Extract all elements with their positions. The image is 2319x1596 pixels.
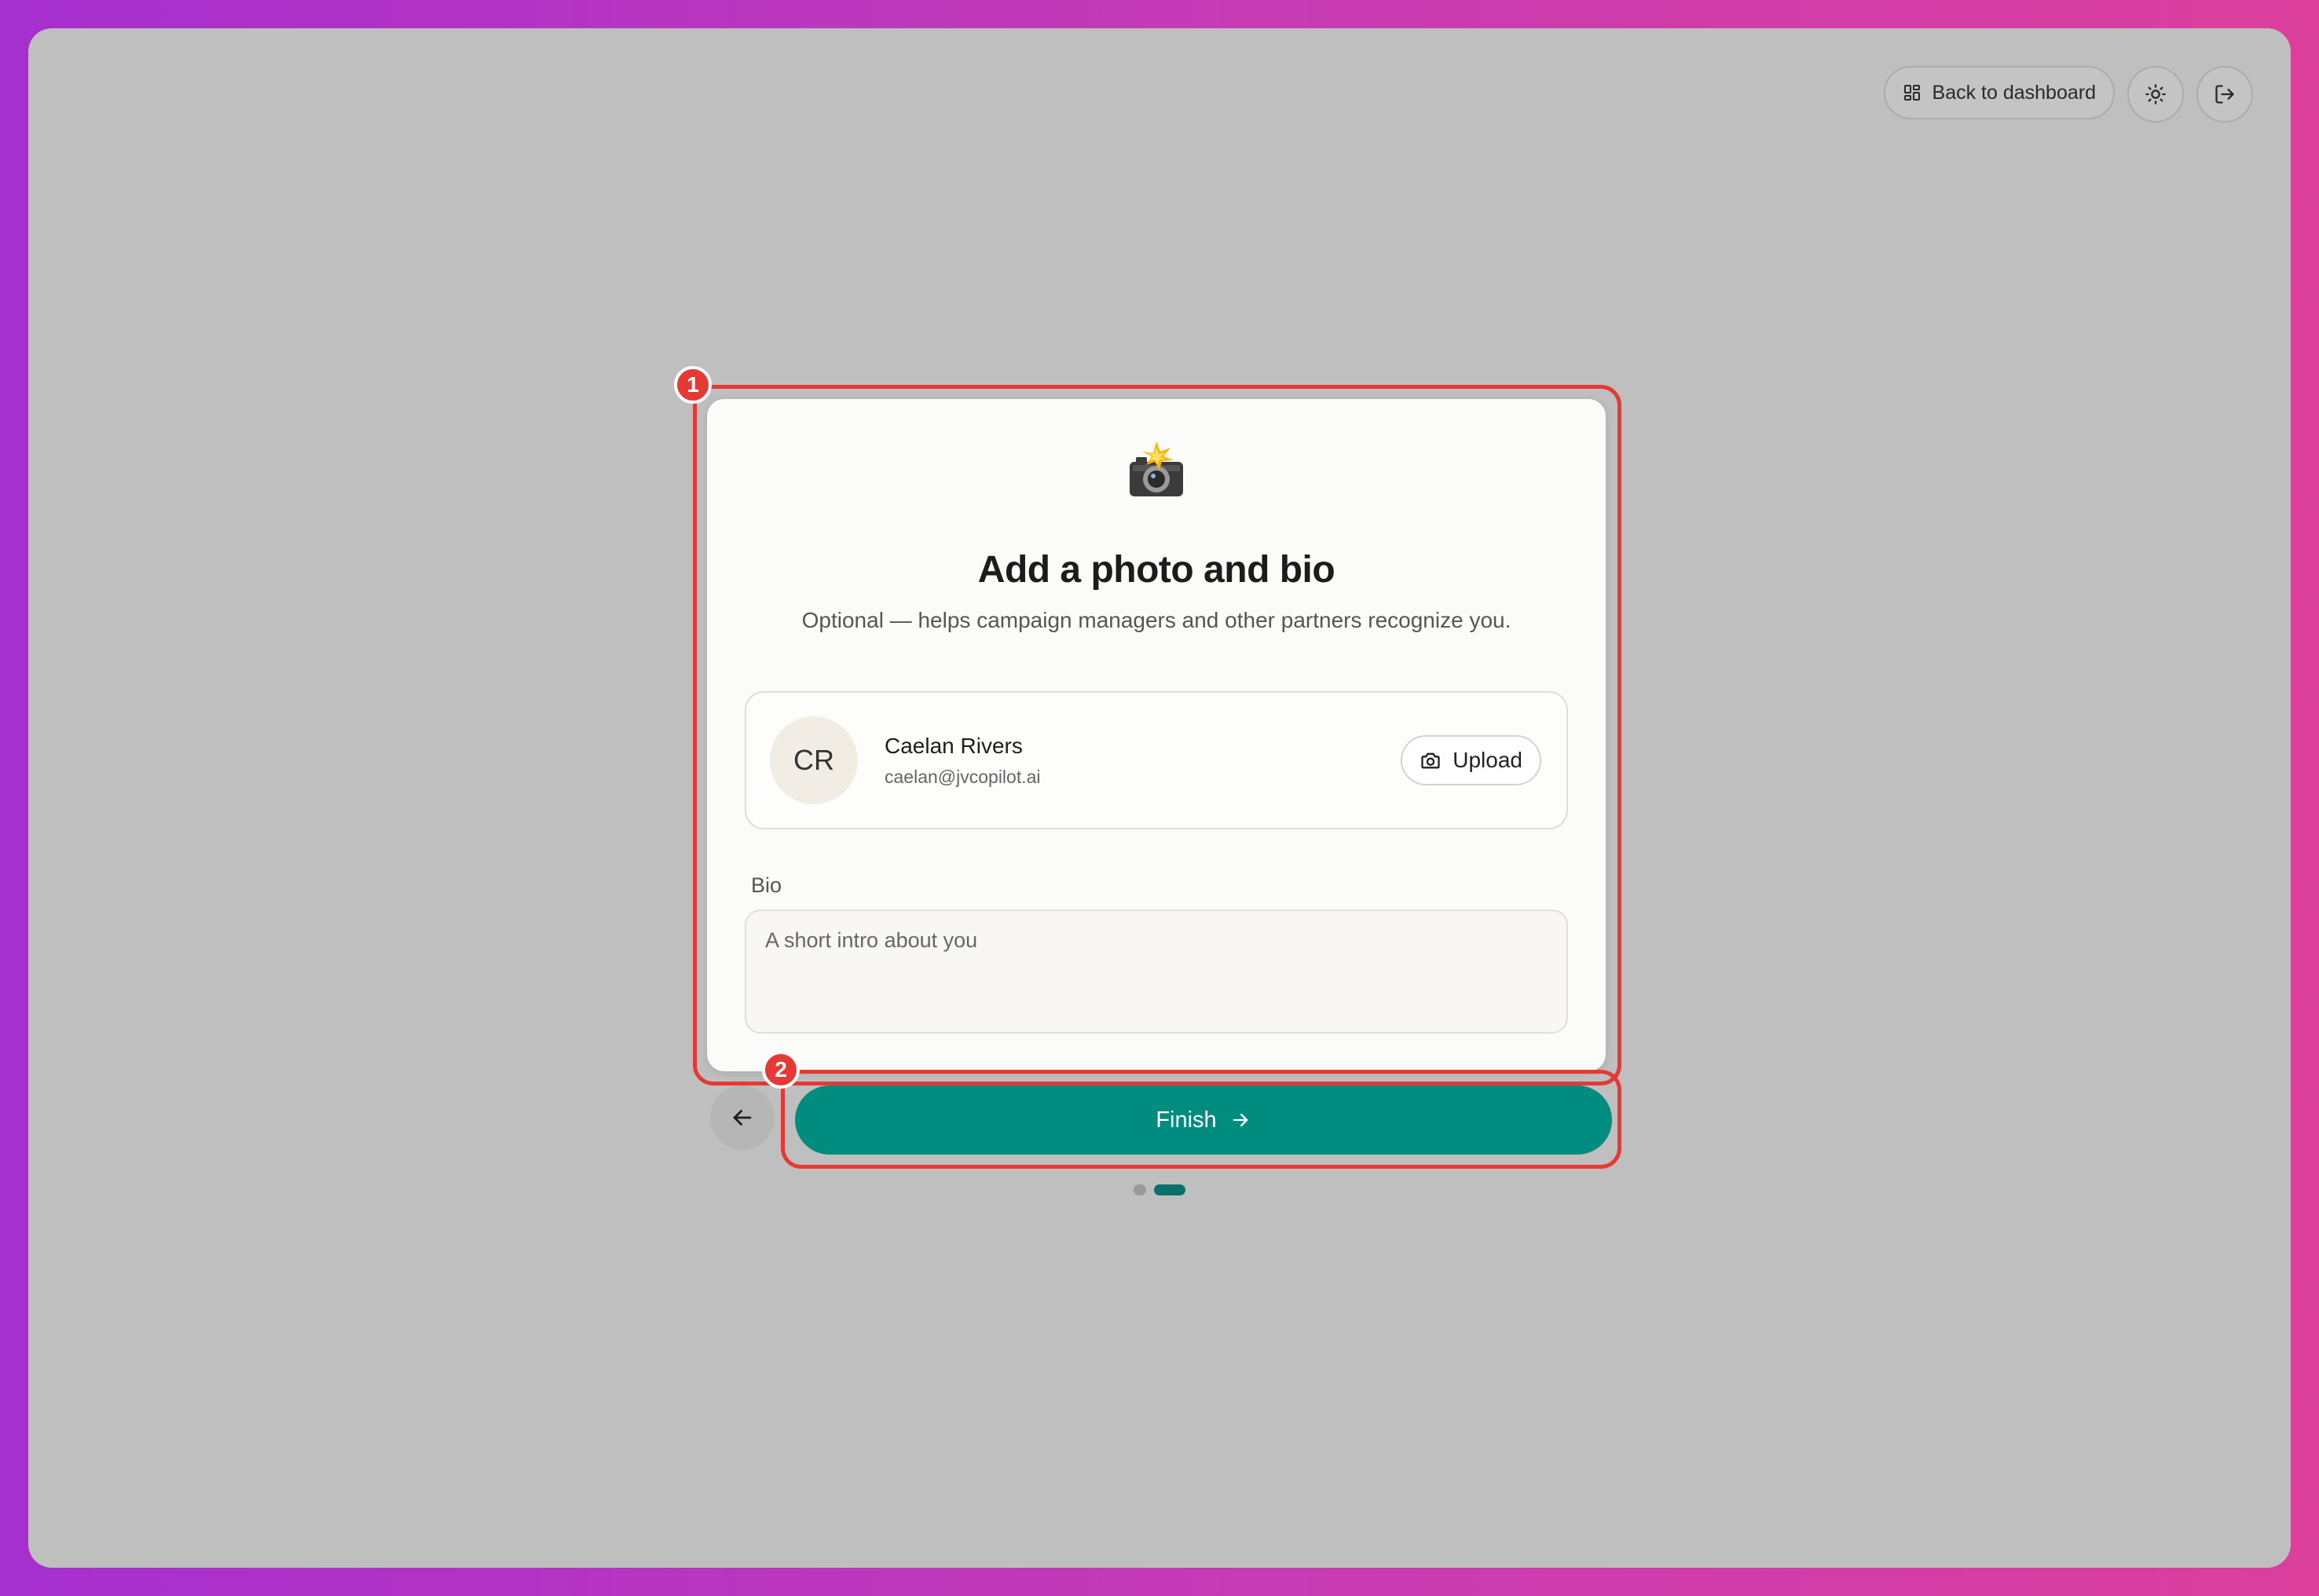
back-to-dashboard-label: Back to dashboard <box>1932 81 2096 104</box>
logout-icon <box>2215 85 2234 104</box>
top-toolbar: Back to dashboard <box>1883 66 2253 123</box>
theme-toggle-button[interactable] <box>2127 66 2184 123</box>
back-to-dashboard-button[interactable]: Back to dashboard <box>1883 66 2115 119</box>
dashboard-grid-icon <box>1903 85 1920 101</box>
sun-icon <box>2145 84 2166 104</box>
step-dot-1 <box>1134 1184 1146 1195</box>
logout-button[interactable] <box>2196 66 2253 123</box>
arrow-left-icon <box>733 1110 752 1126</box>
app-window: Back to dashboard Add a photo and bio Op… <box>28 28 2291 1568</box>
step-indicator <box>28 1184 2291 1195</box>
annotation-badge-2: 2 <box>762 1051 800 1089</box>
step-dot-2-active <box>1154 1184 1185 1195</box>
annotation-box-2 <box>781 1070 1621 1169</box>
annotation-box-1 <box>693 385 1621 1085</box>
back-button[interactable] <box>710 1085 775 1150</box>
annotation-badge-1: 1 <box>674 366 712 404</box>
